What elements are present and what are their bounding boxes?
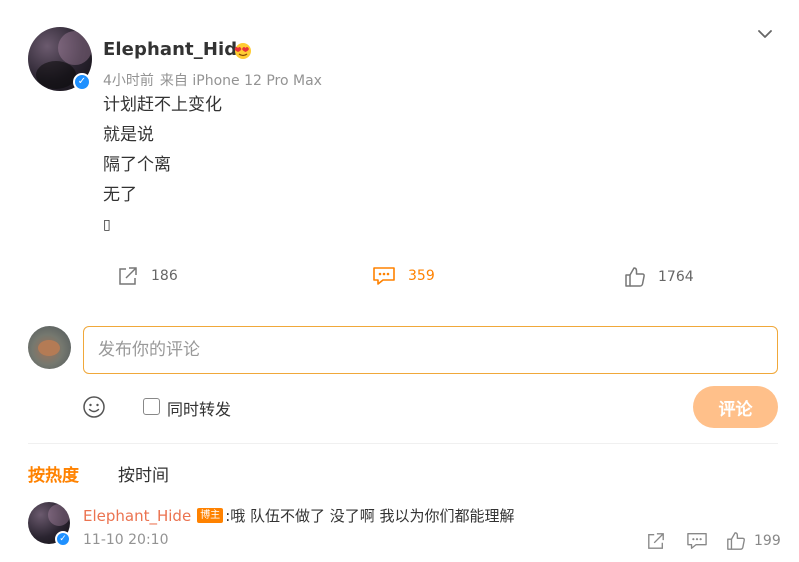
heart-eyes-emoji-icon xyxy=(234,43,251,59)
emoji-icon[interactable] xyxy=(82,395,106,419)
comment-like-button[interactable]: 199 xyxy=(726,530,781,552)
repost-count: 186 xyxy=(151,268,178,284)
repost-button[interactable]: 186 xyxy=(117,264,178,288)
chevron-down-icon[interactable] xyxy=(754,23,776,45)
divider xyxy=(28,443,778,444)
repost-checkbox[interactable] xyxy=(143,398,160,415)
thumbs-up-icon xyxy=(625,267,645,287)
comment-text: :哦 队伍不做了 没了啊 我以为你们都能理解 xyxy=(225,507,515,525)
comment-icon xyxy=(687,533,707,549)
post-meta: 4小时前 来自 iPhone 12 Pro Max xyxy=(103,70,328,90)
comment-input[interactable] xyxy=(83,326,778,374)
avatar-shade xyxy=(58,31,92,65)
post-content-line: 就是说 xyxy=(103,125,154,145)
comment-like-count: 199 xyxy=(754,533,781,549)
comment-time: 11-10 20:10 xyxy=(83,532,169,548)
verified-icon: ✓ xyxy=(55,531,71,547)
repost-checkbox-label[interactable]: 同时转发 xyxy=(167,396,231,420)
comment-count: 359 xyxy=(408,268,435,284)
author-username[interactable]: Elephant_Hide xyxy=(103,39,250,60)
post-time[interactable]: 4小时前 xyxy=(103,73,154,89)
comment-repost-button[interactable] xyxy=(646,530,666,552)
avatar-shade xyxy=(48,504,70,526)
verified-icon: ✓ xyxy=(73,73,91,91)
repost-icon xyxy=(119,267,137,285)
weibo-post-page: ✓ Elephant_Hide 4小时前 来自 iPhone 12 Pro Max… xyxy=(0,0,799,562)
repost-icon xyxy=(648,533,664,549)
tab-sort-by-time[interactable]: 按时间 xyxy=(118,461,169,486)
submit-comment-button[interactable]: 评论 xyxy=(693,386,778,428)
like-count: 1764 xyxy=(658,269,694,285)
comment-icon xyxy=(373,267,395,285)
post-content-line: ▯ xyxy=(103,217,111,233)
comment-reply-button[interactable] xyxy=(686,530,708,552)
avatar-shade xyxy=(36,61,76,89)
post-content-line: 计划赶不上变化 xyxy=(103,95,222,115)
comment-item: Elephant_Hide 博主 :哦 队伍不做了 没了啊 我以为你们都能理解 xyxy=(83,505,515,526)
post-source: 来自 iPhone 12 Pro Max xyxy=(159,73,322,89)
commenter-username[interactable]: Elephant_Hide xyxy=(83,507,191,525)
like-button[interactable]: 1764 xyxy=(624,265,694,289)
author-badge: 博主 xyxy=(197,508,224,523)
my-avatar[interactable] xyxy=(28,326,71,369)
avatar-dog-shape xyxy=(38,340,60,356)
post-content-line: 隔了个离 xyxy=(103,155,171,175)
tab-sort-by-hot[interactable]: 按热度 xyxy=(28,461,79,486)
post-content-line: 无了 xyxy=(103,185,137,205)
comment-button[interactable]: 359 xyxy=(372,264,435,288)
thumbs-up-icon xyxy=(727,532,745,550)
